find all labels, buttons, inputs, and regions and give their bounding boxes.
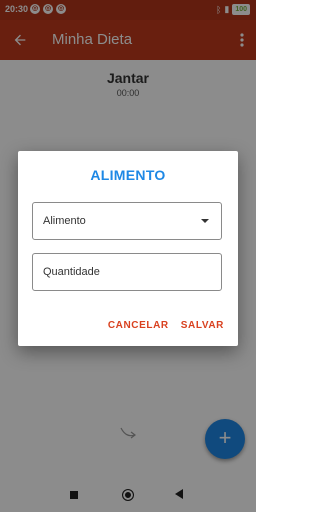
cancel-button[interactable]: CANCELAR (108, 320, 169, 331)
quantity-field-box (32, 253, 222, 291)
food-select-value: Alimento (43, 215, 86, 227)
save-button[interactable]: SALVAR (181, 320, 224, 331)
food-select[interactable]: Alimento (32, 202, 222, 240)
dialog-title: ALIMENTO (90, 167, 166, 183)
dropdown-arrow-icon (201, 219, 209, 223)
food-dialog: ALIMENTO Alimento CANCELAR SALVAR (18, 151, 238, 346)
dialog-actions: CANCELAR SALVAR (108, 320, 224, 331)
quantity-input[interactable] (33, 254, 221, 290)
